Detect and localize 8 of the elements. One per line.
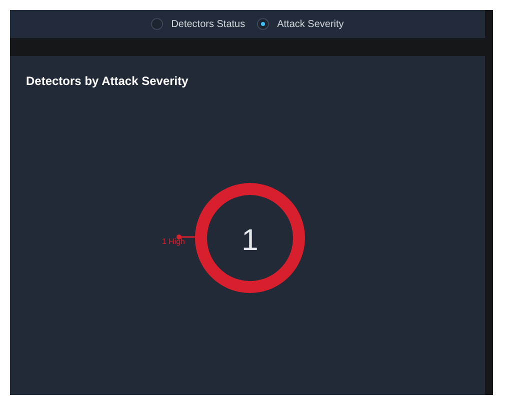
panel-title: Detectors by Attack Severity (26, 73, 188, 90)
radio-option[interactable]: Detectors Status (151, 16, 246, 32)
leader-line (176, 234, 195, 240)
radio-button[interactable] (257, 18, 270, 30)
radio-option[interactable]: Attack Severity (257, 16, 344, 32)
data-label: 1 High (162, 236, 185, 248)
radio-button[interactable] (151, 18, 164, 30)
center-total: 1 (240, 223, 260, 259)
